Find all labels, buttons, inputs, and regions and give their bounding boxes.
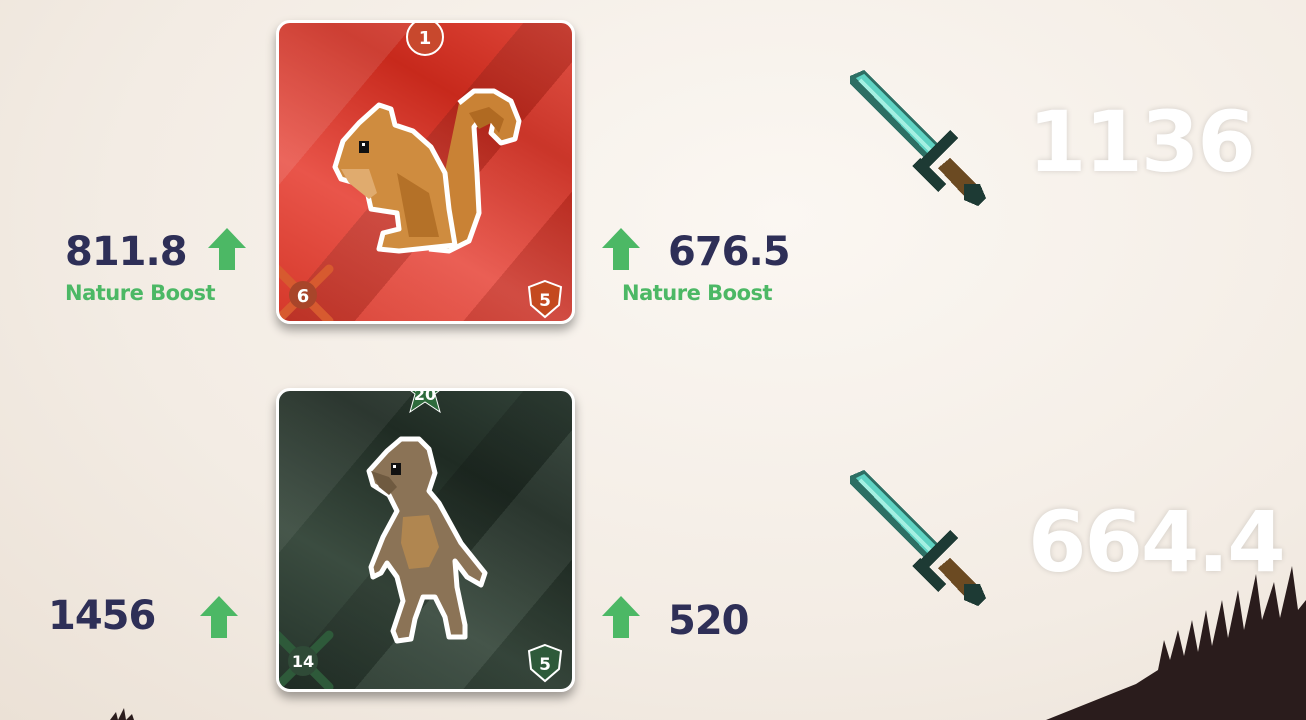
left-stat-value-2: 1456: [48, 593, 156, 639]
up-arrow-icon: [200, 596, 238, 638]
grass-silhouette: [110, 708, 134, 720]
crossed-swords-icon: 14: [279, 630, 334, 689]
up-arrow-icon: [208, 228, 246, 270]
battle-score-1: 1136: [1028, 93, 1256, 191]
svg-text:1: 1: [419, 28, 432, 49]
svg-text:5: 5: [539, 291, 551, 311]
left-boost-label-1: Nature Boost: [65, 281, 216, 305]
svg-text:14: 14: [292, 652, 314, 671]
right-stat-value-2: 520: [668, 598, 749, 644]
shield-icon: 5: [527, 643, 563, 683]
top-badge: 1: [406, 23, 444, 56]
ape-card[interactable]: 20 14 5: [276, 388, 575, 692]
diamond-sword-icon: [850, 70, 986, 206]
diamond-sword-icon: [850, 470, 986, 606]
squirrel-card[interactable]: 1 6 5: [276, 20, 575, 324]
svg-text:5: 5: [539, 655, 551, 675]
up-arrow-icon: [602, 228, 640, 270]
crossed-swords-icon: 6: [279, 264, 334, 321]
star-badge: 20: [409, 388, 441, 414]
svg-text:20: 20: [414, 388, 436, 404]
shield-icon: 5: [527, 279, 563, 319]
forest-silhouette: [1046, 566, 1306, 720]
right-boost-label-1: Nature Boost: [622, 281, 773, 305]
right-stat-value-1: 676.5: [668, 229, 791, 275]
up-arrow-icon: [602, 596, 640, 638]
svg-text:6: 6: [297, 286, 310, 307]
left-stat-value-1: 811.8: [65, 229, 188, 275]
